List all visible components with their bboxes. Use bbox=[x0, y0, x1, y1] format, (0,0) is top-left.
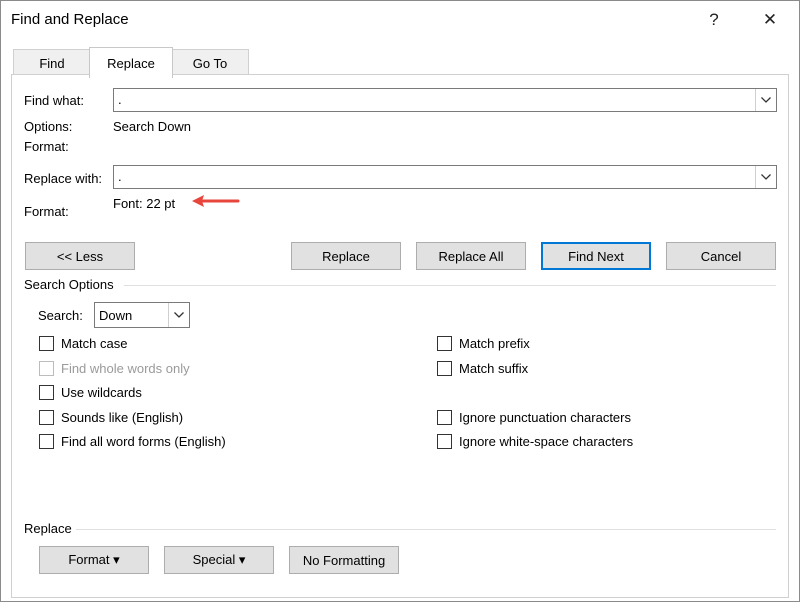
tab-find[interactable]: Find bbox=[13, 49, 91, 76]
search-direction-label: Search: bbox=[38, 308, 83, 323]
title-bar[interactable]: Find and Replace ? ✕ bbox=[1, 1, 799, 39]
checkbox-label: Use wildcards bbox=[61, 385, 142, 400]
checkbox-box[interactable] bbox=[39, 336, 54, 351]
checkbox-label: Find all word forms (English) bbox=[61, 434, 226, 449]
find-what-label: Find what: bbox=[24, 93, 84, 108]
checkbox-box bbox=[39, 361, 54, 376]
search-direction-dropdown-button[interactable] bbox=[168, 303, 189, 327]
find-next-button[interactable]: Find Next bbox=[541, 242, 651, 270]
less-button[interactable]: << Less bbox=[25, 242, 135, 270]
special-menu-button[interactable]: Special ▾ bbox=[164, 546, 274, 574]
find-all-word-forms-checkbox[interactable]: Find all word forms (English) bbox=[39, 434, 226, 449]
checkbox-label: Ignore white-space characters bbox=[459, 434, 634, 449]
checkbox-label: Match prefix bbox=[459, 336, 530, 351]
search-options-divider bbox=[124, 285, 776, 286]
replace-format-value: Font: 22 pt bbox=[113, 196, 176, 211]
sounds-like-checkbox[interactable]: Sounds like (English) bbox=[39, 410, 183, 425]
replace-with-input[interactable]: . bbox=[118, 169, 122, 184]
checkbox-box[interactable] bbox=[437, 336, 452, 351]
checkbox-box[interactable] bbox=[39, 385, 54, 400]
replace-tab-panel: Find what: . Options: Search Down Format… bbox=[11, 74, 789, 598]
match-suffix-checkbox[interactable]: Match suffix bbox=[437, 361, 528, 376]
match-prefix-checkbox[interactable]: Match prefix bbox=[437, 336, 530, 351]
options-label: Options: bbox=[24, 119, 73, 134]
replace-with-label: Replace with: bbox=[24, 171, 103, 186]
chevron-down-icon bbox=[174, 312, 184, 318]
format-menu-button[interactable]: Format ▾ bbox=[39, 546, 149, 574]
checkbox-label: Sounds like (English) bbox=[61, 410, 184, 425]
ignore-punctuation-checkbox[interactable]: Ignore punctuation characters bbox=[437, 410, 631, 425]
replace-all-button[interactable]: Replace All bbox=[416, 242, 526, 270]
checkbox-box[interactable] bbox=[437, 410, 452, 425]
match-case-checkbox[interactable]: Match case bbox=[39, 336, 127, 351]
replace-with-dropdown-button[interactable] bbox=[755, 166, 776, 188]
window-title: Find and Replace bbox=[11, 11, 129, 28]
tab-strip: Find Replace Go To bbox=[1, 39, 799, 78]
checkbox-label: Ignore punctuation characters bbox=[459, 410, 631, 425]
replace-section-divider bbox=[76, 529, 776, 530]
cancel-button[interactable]: Cancel bbox=[666, 242, 776, 270]
annotation-arrow-icon bbox=[192, 195, 240, 207]
use-wildcards-checkbox[interactable]: Use wildcards bbox=[39, 385, 142, 400]
chevron-down-icon bbox=[761, 97, 771, 103]
no-formatting-button[interactable]: No Formatting bbox=[289, 546, 399, 574]
find-what-dropdown-button[interactable] bbox=[755, 89, 776, 111]
find-what-input[interactable]: . bbox=[118, 92, 122, 107]
find-whole-words-checkbox: Find whole words only bbox=[39, 361, 190, 376]
checkbox-box[interactable] bbox=[39, 410, 54, 425]
checkbox-box[interactable] bbox=[437, 434, 452, 449]
checkbox-label: Find whole words only bbox=[61, 361, 190, 376]
tab-goto[interactable]: Go To bbox=[171, 49, 249, 76]
checkbox-label: Match case bbox=[61, 336, 128, 351]
replace-format-label: Format: bbox=[24, 204, 69, 219]
options-value: Search Down bbox=[113, 119, 192, 134]
chevron-down-icon bbox=[761, 174, 771, 180]
replace-button[interactable]: Replace bbox=[291, 242, 401, 270]
tab-replace[interactable]: Replace bbox=[89, 47, 173, 78]
close-icon[interactable]: ✕ bbox=[753, 5, 787, 35]
replace-section-title: Replace bbox=[24, 521, 72, 536]
search-direction-value: Down bbox=[99, 308, 133, 323]
search-direction-select[interactable]: Down bbox=[94, 302, 190, 328]
checkbox-label: Match suffix bbox=[459, 361, 529, 376]
help-icon[interactable]: ? bbox=[697, 5, 731, 35]
find-format-label: Format: bbox=[24, 139, 69, 154]
find-what-combobox[interactable]: . bbox=[113, 88, 777, 112]
checkbox-box[interactable] bbox=[39, 434, 54, 449]
find-replace-dialog: Find and Replace ? ✕ Find Replace Go To … bbox=[0, 0, 800, 602]
checkbox-box[interactable] bbox=[437, 361, 452, 376]
search-options-title: Search Options bbox=[24, 277, 114, 292]
ignore-white-space-checkbox[interactable]: Ignore white-space characters bbox=[437, 434, 633, 449]
replace-with-combobox[interactable]: . bbox=[113, 165, 777, 189]
